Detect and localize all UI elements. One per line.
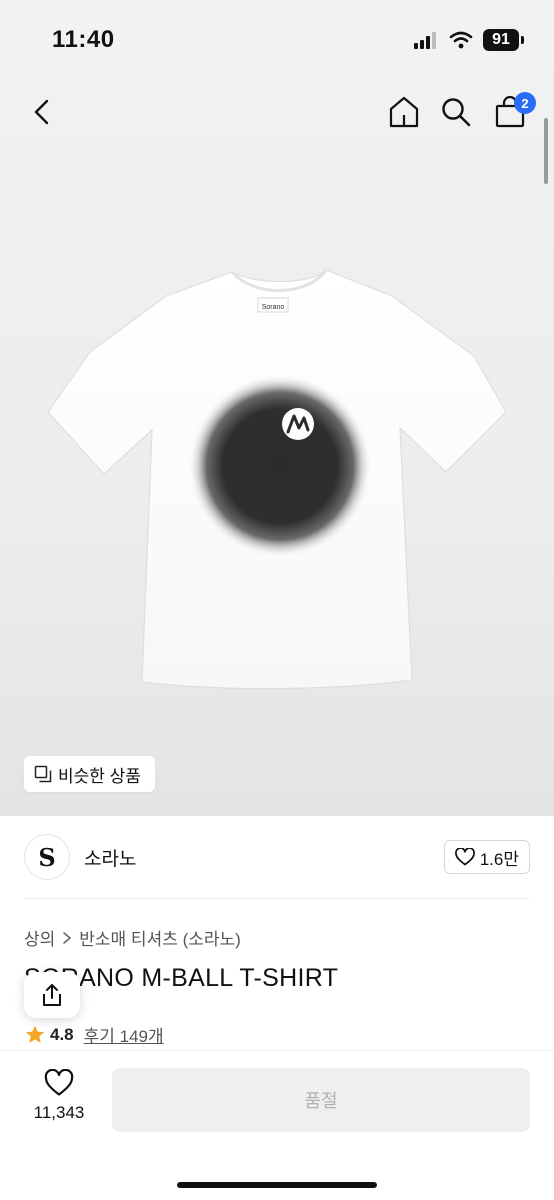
shirt-tag-text: Sorano: [262, 304, 285, 311]
battery-level: 91: [483, 29, 519, 51]
similar-products-button[interactable]: 비슷한 상품: [24, 756, 155, 792]
wifi-icon: [449, 31, 473, 49]
top-nav: 2: [0, 90, 554, 138]
divider: [24, 898, 530, 899]
back-button[interactable]: [20, 90, 64, 134]
search-button[interactable]: [434, 90, 478, 134]
brand-name: 소라노: [84, 848, 137, 870]
brand-row: S 소라노 1.6만: [24, 830, 530, 884]
cart-count-badge: 2: [514, 92, 536, 114]
breadcrumb-subcategory[interactable]: 반소매 티셔츠 (소라노): [79, 925, 241, 950]
battery-icon: [521, 36, 524, 44]
share-button[interactable]: [24, 972, 80, 1018]
similar-products-label: 비슷한 상품: [58, 766, 141, 786]
breadcrumb: 상의 반소매 티셔츠 (소라노): [24, 925, 241, 950]
search-icon: [442, 98, 471, 127]
brand-link[interactable]: S 소라노: [24, 834, 136, 880]
home-button[interactable]: [382, 90, 426, 134]
status-time: 11:40: [52, 26, 115, 53]
brand-like-button[interactable]: 1.6만: [443, 840, 530, 874]
home-indicator[interactable]: [177, 1182, 377, 1188]
chevron-right-icon: [63, 931, 72, 944]
copy-icon: [34, 765, 52, 783]
chevron-left-icon: [34, 99, 49, 125]
rating-row: 4.8 후기 149개: [24, 1022, 164, 1047]
bottom-bar: 11,343 품절: [0, 1050, 554, 1200]
heart-icon: [44, 1069, 74, 1096]
status-bar: 11:40 91: [0, 0, 554, 80]
status-icons: 91: [413, 29, 524, 51]
wishlist-button[interactable]: 11,343: [20, 1069, 98, 1123]
brand-like-count: 1.6만: [479, 849, 519, 869]
share-icon: [43, 984, 61, 1006]
breadcrumb-category[interactable]: 상의: [24, 925, 55, 950]
rating-score: 4.8: [50, 1024, 74, 1044]
signal-icon: [414, 32, 436, 49]
home-icon: [389, 96, 419, 128]
star-icon: [25, 1025, 45, 1043]
wishlist-count: 11,343: [33, 1103, 85, 1122]
soldout-label: 품절: [304, 1091, 338, 1111]
cart-button[interactable]: 2: [488, 90, 536, 134]
soldout-button[interactable]: 품절: [112, 1068, 530, 1132]
brand-logo: S: [24, 834, 70, 880]
reviews-link[interactable]: 후기 149개: [84, 1022, 164, 1047]
heart-icon: [454, 848, 475, 866]
